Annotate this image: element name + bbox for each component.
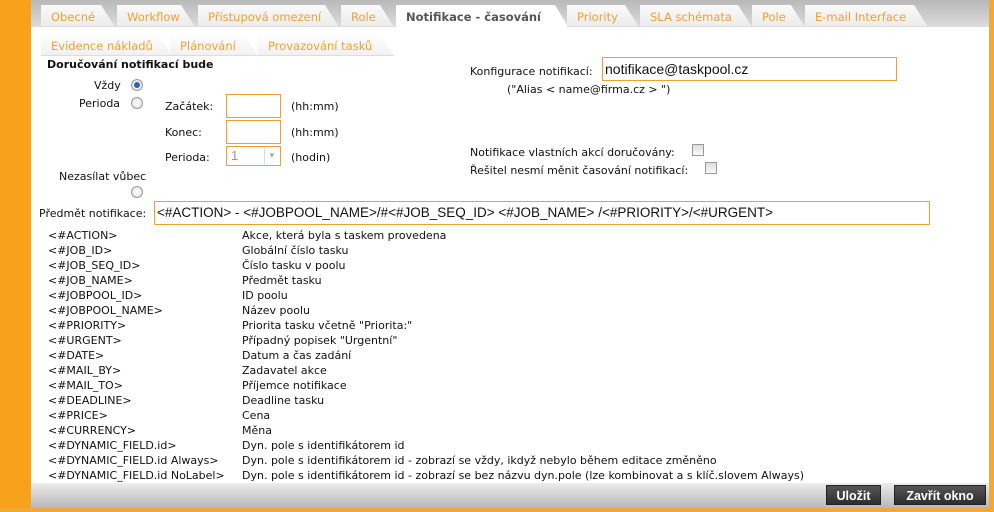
config-input[interactable]: notifikace@taskpool.cz: [602, 57, 897, 81]
placeholder-description: Měna: [242, 424, 272, 437]
subject-label: Předmět notifikace:: [39, 207, 147, 220]
own-actions-label: Notifikace vlastních akcí doručovány:: [470, 146, 675, 159]
section-title: Doručování notifikací bude: [47, 58, 214, 71]
placeholder-description: Dyn. pole s identifikátorem id - zobrazí…: [242, 454, 717, 467]
placeholder-tag: <#PRIORITY>: [48, 319, 127, 332]
placeholder-tag: <#JOB_ID>: [48, 244, 113, 257]
never-label: Nezasílat vůbec: [59, 170, 147, 183]
placeholder-tag: <#JOBPOOL_ID>: [48, 289, 143, 302]
placeholder-description: Globální číslo tasku: [242, 244, 349, 257]
placeholder-description: Předmět tasku: [242, 274, 322, 287]
solver-checkbox[interactable]: [705, 162, 717, 174]
config-label: Konfigurace notifikací:: [470, 65, 593, 78]
placeholder-tag: <#JOB_SEQ_ID>: [48, 259, 141, 272]
placeholder-tag: <#JOBPOOL_NAME>: [48, 304, 163, 317]
placeholder-description: Cena: [242, 409, 271, 422]
period-label: Perioda: [79, 97, 121, 110]
bottom-border: [0, 508, 994, 512]
close-window-button[interactable]: Zavřít okno: [894, 485, 986, 505]
tab-evidence-nakladu[interactable]: Evidence nákladů: [41, 34, 172, 56]
tab-sla-schemata[interactable]: SLA schémata: [640, 5, 752, 27]
placeholder-tag: <#DATE>: [48, 349, 105, 362]
own-actions-checkbox[interactable]: [692, 144, 704, 156]
start-input[interactable]: [226, 94, 281, 118]
always-label: Vždy: [94, 79, 121, 92]
placeholder-description: Zadavatel akce: [242, 364, 327, 377]
start-label: Začátek:: [165, 100, 214, 113]
right-border: [989, 0, 994, 512]
placeholder-description: Akce, která byla s taskem provedena: [242, 229, 447, 242]
placeholder-tag: <#PRICE>: [48, 409, 108, 422]
placeholder-description: ID poolu: [242, 289, 288, 302]
left-accent-bar: [0, 0, 31, 512]
tab-email-interface[interactable]: E-mail Interface: [805, 5, 928, 27]
tab-planovani[interactable]: Plánování: [170, 34, 258, 56]
placeholder-tag: <#DEADLINE>: [48, 394, 132, 407]
placeholder-description: Číslo tasku v poolu: [242, 259, 346, 272]
always-radio[interactable]: [131, 79, 143, 91]
placeholder-description: Priorita tasku včetně "Priorita:": [242, 319, 413, 332]
period-select-label: Perioda:: [165, 151, 210, 164]
placeholder-description: Dyn. pole s identifikátorem id: [242, 439, 405, 452]
placeholder-description: Deadline tasku: [242, 394, 325, 407]
placeholder-description: Datum a čas zadání: [242, 349, 352, 362]
save-button[interactable]: Uložit: [826, 485, 881, 505]
never-radio[interactable]: [131, 186, 143, 198]
placeholder-tag: <#ACTION>: [48, 229, 118, 242]
placeholder-description: Dyn. pole s identifikátorem id - zobrazí…: [242, 469, 805, 482]
solver-label: Řešitel nesmí měnit časování notifikací:: [470, 164, 689, 177]
placeholder-tag: <#DYNAMIC_FIELD.id NoLabel>: [48, 469, 225, 482]
end-label: Konec:: [165, 126, 202, 139]
placeholder-description: Případný popisek "Urgentní": [242, 334, 398, 347]
placeholder-description: Název poolu: [242, 304, 310, 317]
start-unit: (hh:mm): [291, 100, 339, 113]
tab-notifikace-casovani[interactable]: Notifikace - časování: [396, 5, 569, 28]
end-unit: (hh:mm): [291, 126, 339, 139]
chevron-down-icon: ▼: [264, 148, 279, 164]
tab-provazovani-tasku[interactable]: Provazování tasků: [258, 34, 394, 56]
period-unit: (hodin): [291, 151, 331, 164]
placeholder-tag: <#URGENT>: [48, 334, 122, 347]
tab-pristupova-omezeni[interactable]: Přístupová omezení: [198, 5, 339, 27]
period-select[interactable]: 1 ▼: [226, 146, 281, 166]
placeholder-tag: <#DYNAMIC_FIELD.id>: [48, 439, 177, 452]
period-radio[interactable]: [131, 97, 143, 109]
placeholder-tag: <#MAIL_TO>: [48, 379, 123, 392]
placeholder-tag: <#DYNAMIC_FIELD.id Always>: [48, 454, 219, 467]
placeholder-tag: <#MAIL_BY>: [48, 364, 122, 377]
config-hint: ("Alias < name@firma.cz > "): [507, 83, 671, 96]
placeholder-tag: <#CURRENCY>: [48, 424, 137, 437]
subject-input[interactable]: <#ACTION> - <#JOBPOOL_NAME>/#<#JOB_SEQ_I…: [154, 201, 930, 225]
placeholder-tag: <#JOB_NAME>: [48, 274, 133, 287]
end-input[interactable]: [226, 120, 281, 144]
placeholder-description: Příjemce notifikace: [242, 379, 347, 392]
